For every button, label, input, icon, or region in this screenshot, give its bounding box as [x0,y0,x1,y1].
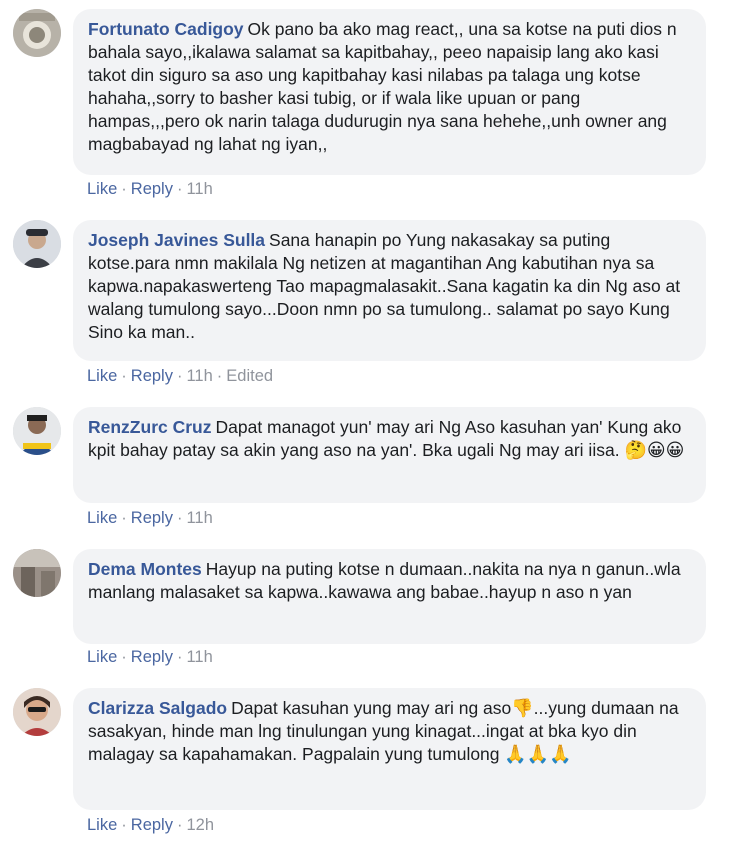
like-button[interactable]: Like [87,367,117,385]
comment-timestamp[interactable]: 11h [186,648,212,666]
reply-button[interactable]: Reply [131,180,173,198]
comment-actions: Like · Reply · 11h [87,647,213,667]
comment-timestamp[interactable]: 11h [186,180,212,198]
emoji-reactions: 🙏🙏🙏 [504,744,572,765]
separator: · [121,816,127,834]
comment-text: Ok pano ba ako mag react,, una sa kotse … [88,19,677,154]
comment-author[interactable]: Dema Montes [88,559,202,579]
separator: · [121,509,127,527]
comment-author[interactable]: Joseph Javines Sulla [88,230,265,250]
like-button[interactable]: Like [87,648,117,666]
like-button[interactable]: Like [87,180,117,198]
separator: · [121,367,127,385]
comment-author[interactable]: Fortunato Cadigoy [88,19,244,39]
like-button[interactable]: Like [87,816,117,834]
separator: · [176,816,183,834]
comment-bubble: Dema Montes Hayup na puting kotse n dumaa… [73,549,706,644]
separator: · [121,648,127,666]
edited-label[interactable]: Edited [226,367,273,385]
comment-author[interactable]: RenzZurc Cruz [88,417,211,437]
separator: · [216,367,223,385]
avatar[interactable] [13,407,61,455]
comment-bubble: Joseph Javines Sulla Sana hanapin po Yung… [73,220,706,361]
avatar[interactable] [13,9,61,57]
reply-button[interactable]: Reply [131,367,173,385]
comment-author[interactable]: Clarizza Salgado [88,698,227,718]
emoji-reactions: 🤔😀😀 [624,440,685,461]
comment-timestamp[interactable]: 11h [186,509,212,527]
comment-timestamp[interactable]: 11h [186,367,212,385]
separator: · [176,180,183,198]
separator: · [121,180,127,198]
avatar[interactable] [13,220,61,268]
thumbs-down-icon: 👎 [511,698,534,719]
reply-button[interactable]: Reply [131,648,173,666]
comment-timestamp[interactable]: 12h [186,816,214,834]
comment-actions: Like · Reply · 12h [87,815,214,835]
comment-actions: Like · Reply · 11h · Edited [87,366,273,386]
comment-bubble: Fortunato Cadigoy Ok pano ba ako mag reac… [73,9,706,175]
comment-bubble: RenzZurc Cruz Dapat managot yun' may ari … [73,407,706,503]
comment-actions: Like · Reply · 11h [87,508,213,528]
separator: · [176,367,183,385]
comment-text: Dapat kasuhan yung may ari ng aso [231,698,512,718]
reply-button[interactable]: Reply [131,816,173,834]
separator: · [176,509,183,527]
like-button[interactable]: Like [87,509,117,527]
avatar[interactable] [13,688,61,736]
separator: · [176,648,183,666]
comment-bubble: Clarizza Salgado Dapat kasuhan yung may a… [73,688,706,810]
avatar[interactable] [13,549,61,597]
comment-actions: Like · Reply · 11h [87,179,213,199]
reply-button[interactable]: Reply [131,509,173,527]
